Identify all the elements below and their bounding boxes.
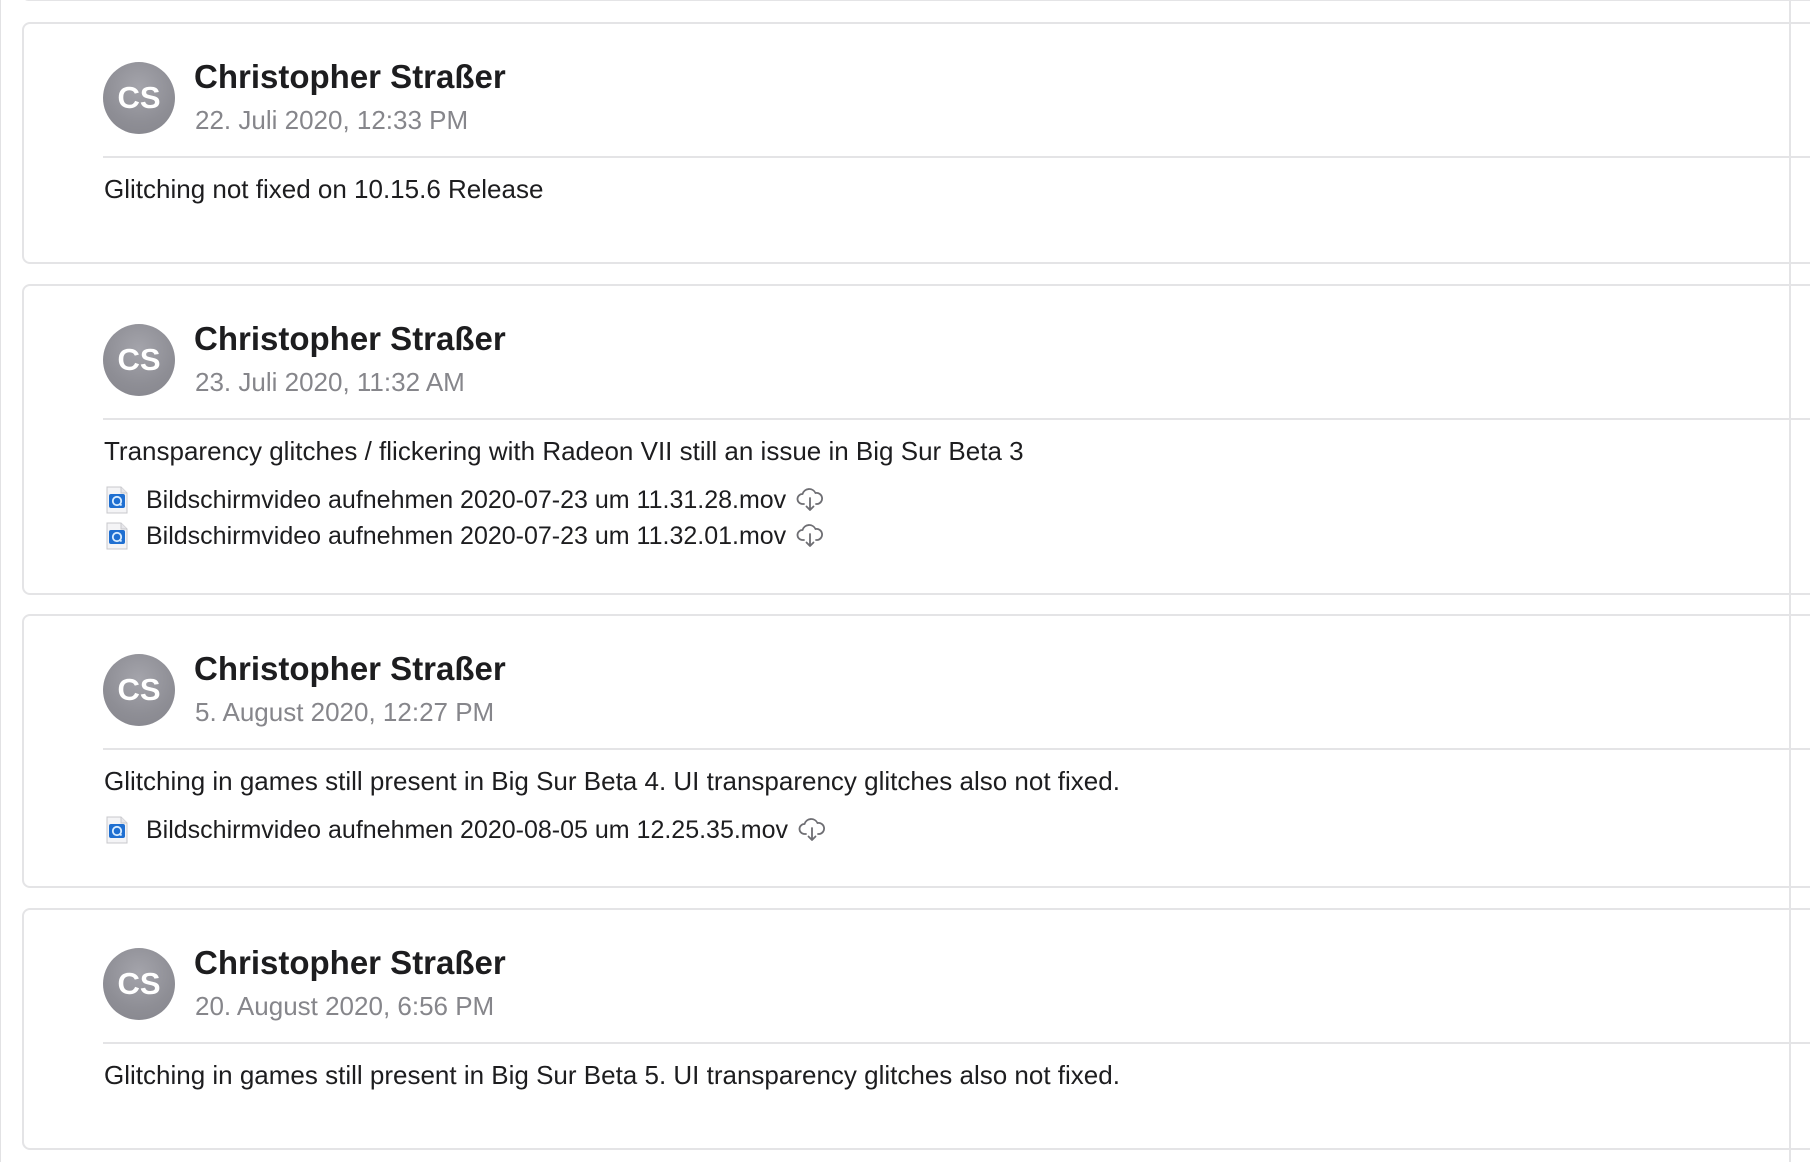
comment-divider xyxy=(103,418,1810,420)
comment-timestamp: 23. Juli 2020, 11:32 AM xyxy=(195,367,465,397)
comment-author: Christopher Straßer xyxy=(194,58,506,95)
cloud-download-icon[interactable] xyxy=(796,488,824,512)
comment-card: CS Christopher Straßer 23. Juli 2020, 11… xyxy=(22,284,1810,595)
comment-header: CS Christopher Straßer 20. August 2020, … xyxy=(103,944,1810,1044)
avatar: CS xyxy=(103,948,175,1020)
comment-thread: CS Christopher Straßer 22. Juli 2020, 12… xyxy=(0,0,1810,1162)
quicktime-file-icon xyxy=(106,486,128,514)
scroll-area-edge xyxy=(1789,0,1791,1162)
comment-card: CS Christopher Straßer 20. August 2020, … xyxy=(22,908,1810,1150)
comment-divider xyxy=(103,748,1810,750)
comment-message: Glitching in games still present in Big … xyxy=(104,1060,1120,1090)
comment-card: CS Christopher Straßer 5. August 2020, 1… xyxy=(22,614,1810,888)
comment-timestamp: 20. August 2020, 6:56 PM xyxy=(195,991,495,1021)
attachment-filename[interactable]: Bildschirmvideo aufnehmen 2020-07-23 um … xyxy=(146,522,786,551)
comment-timestamp: 22. Juli 2020, 12:33 PM xyxy=(195,105,469,135)
attachment-item[interactable]: Bildschirmvideo aufnehmen 2020-07-23 um … xyxy=(106,520,824,552)
comment-header: CS Christopher Straßer 5. August 2020, 1… xyxy=(103,650,1810,750)
avatar: CS xyxy=(103,654,175,726)
comment-author: Christopher Straßer xyxy=(194,320,506,357)
attachment-item[interactable]: Bildschirmvideo aufnehmen 2020-07-23 um … xyxy=(106,484,824,516)
comment-message: Glitching in games still present in Big … xyxy=(104,766,1120,796)
cloud-download-icon[interactable] xyxy=(796,524,824,548)
comment-divider xyxy=(103,1042,1810,1044)
comment-message: Glitching not fixed on 10.15.6 Release xyxy=(104,174,544,204)
previous-comment-card-edge xyxy=(22,0,1810,1)
quicktime-file-icon xyxy=(106,522,128,550)
comment-divider xyxy=(103,156,1810,158)
page-left-rule xyxy=(0,0,1,1162)
comment-header: CS Christopher Straßer 22. Juli 2020, 12… xyxy=(103,58,1810,158)
attachment-filename[interactable]: Bildschirmvideo aufnehmen 2020-08-05 um … xyxy=(146,816,788,845)
comment-author: Christopher Straßer xyxy=(194,944,506,981)
comment-timestamp: 5. August 2020, 12:27 PM xyxy=(195,697,495,727)
comment-header: CS Christopher Straßer 23. Juli 2020, 11… xyxy=(103,320,1810,420)
comment-author: Christopher Straßer xyxy=(194,650,506,687)
attachment-item[interactable]: Bildschirmvideo aufnehmen 2020-08-05 um … xyxy=(106,814,826,846)
comment-card: CS Christopher Straßer 22. Juli 2020, 12… xyxy=(22,22,1810,264)
cloud-download-icon[interactable] xyxy=(798,818,826,842)
quicktime-file-icon xyxy=(106,816,128,844)
comment-message: Transparency glitches / flickering with … xyxy=(104,436,1024,466)
avatar: CS xyxy=(103,324,175,396)
attachment-filename[interactable]: Bildschirmvideo aufnehmen 2020-07-23 um … xyxy=(146,486,786,515)
avatar: CS xyxy=(103,62,175,134)
